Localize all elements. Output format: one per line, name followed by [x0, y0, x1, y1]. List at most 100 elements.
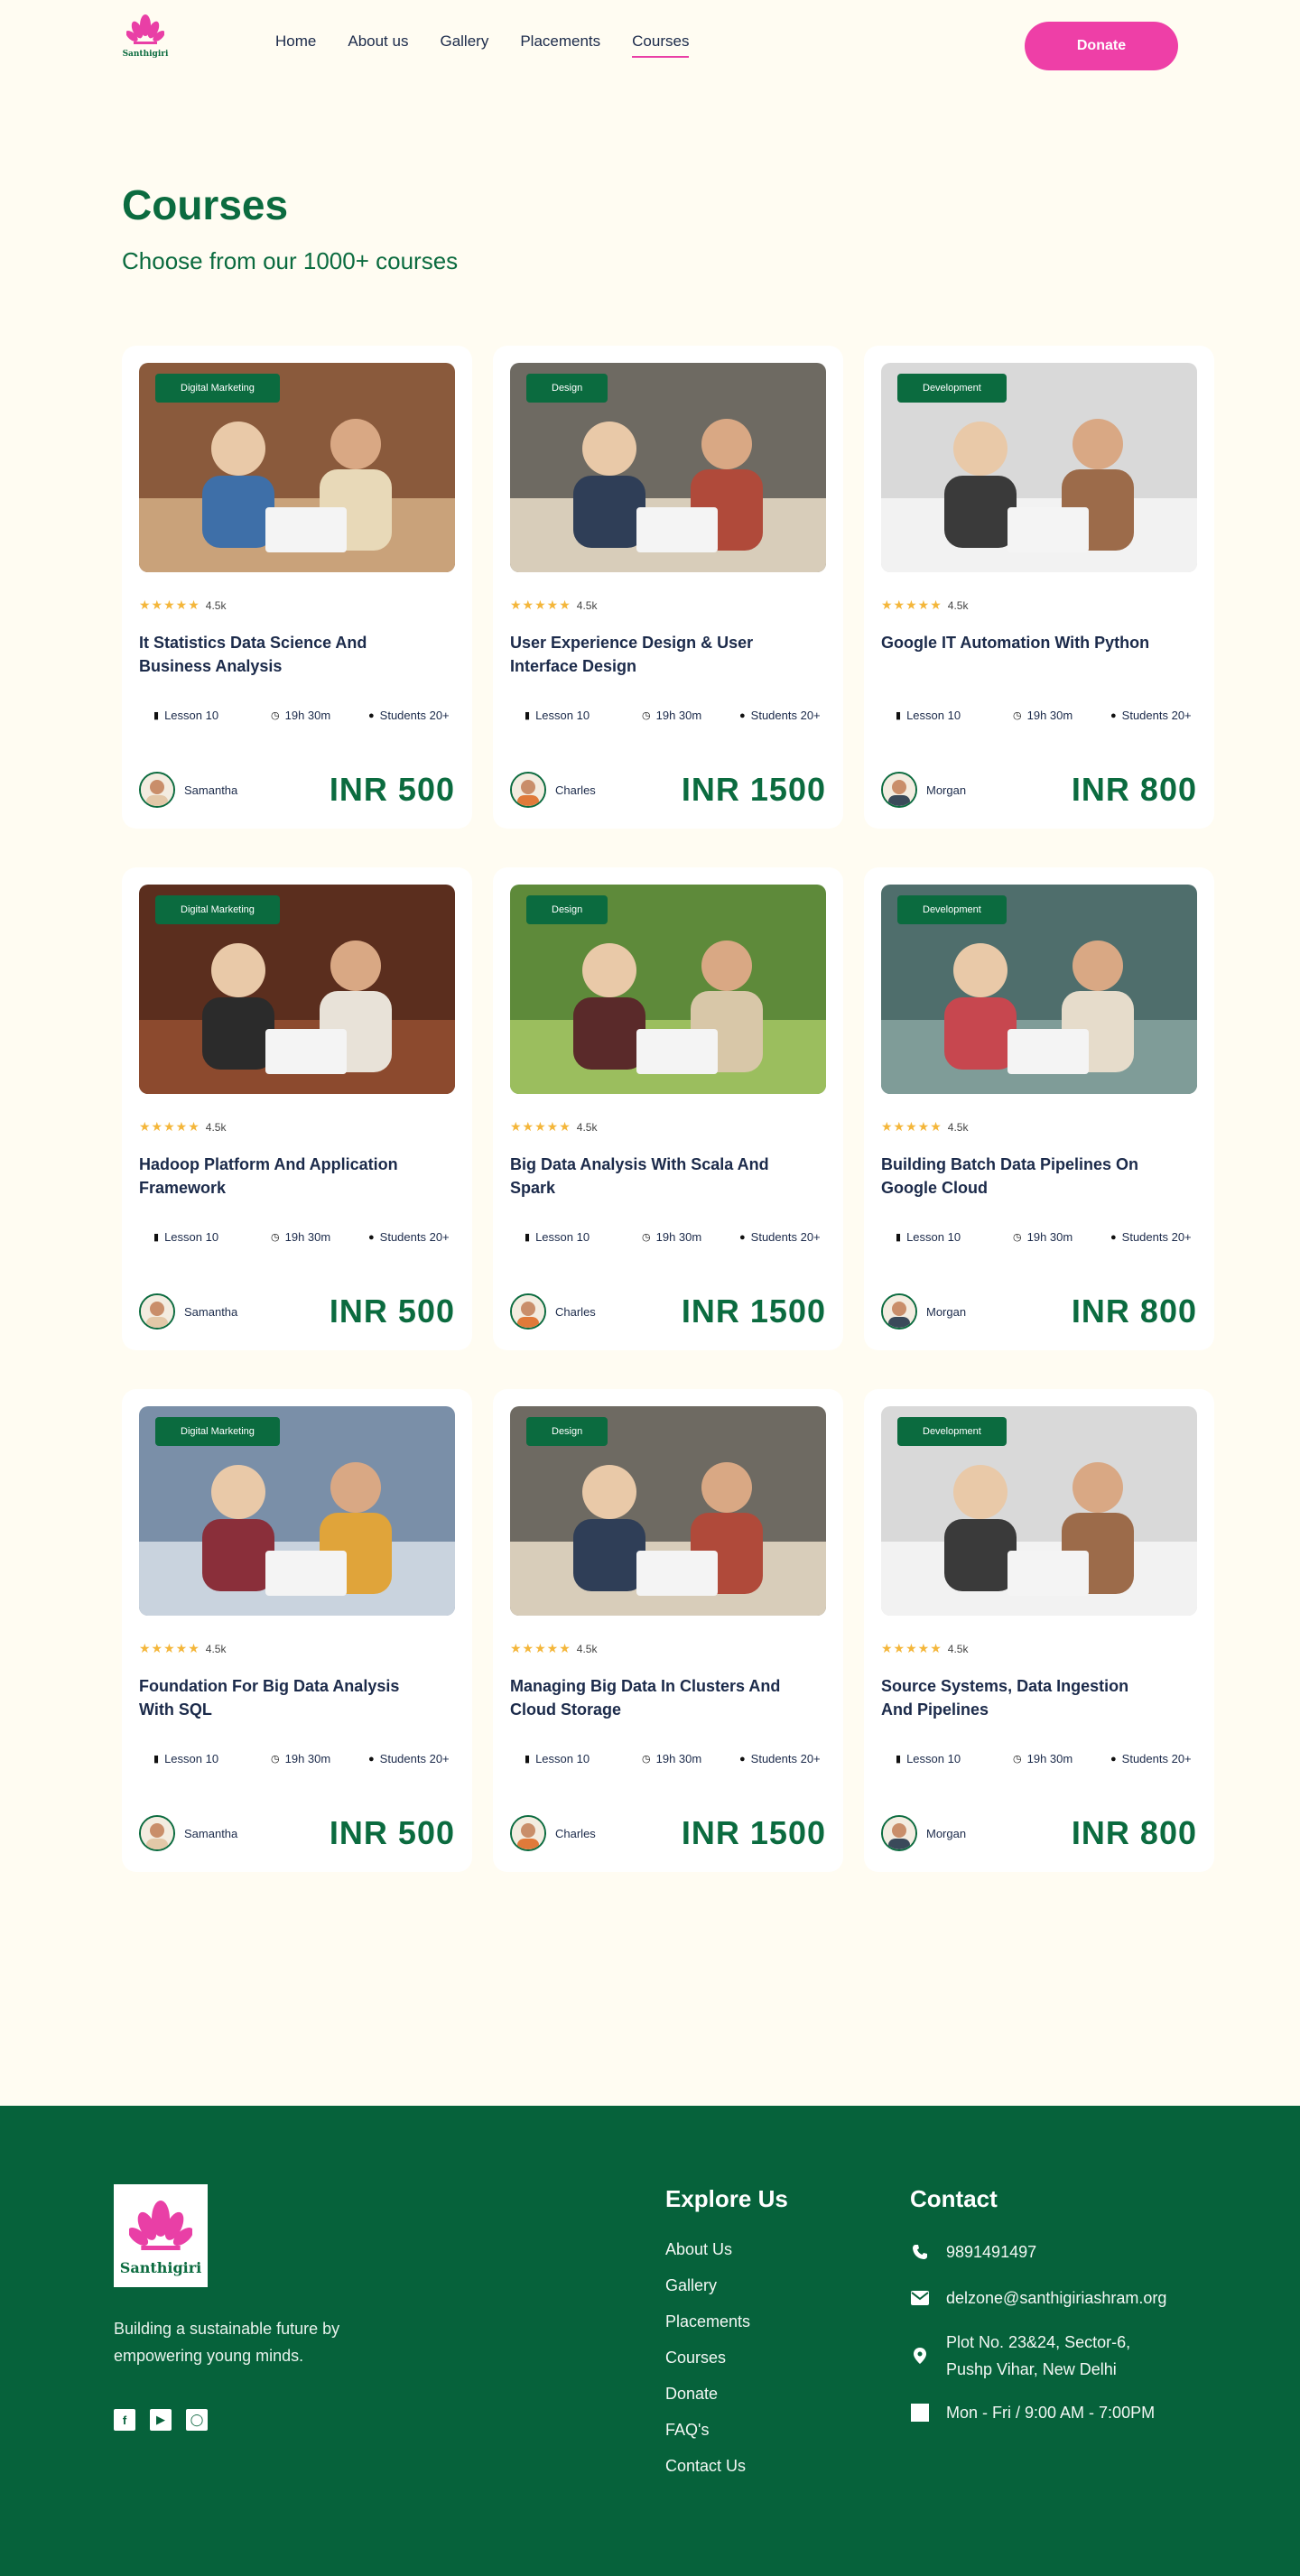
- course-title[interactable]: Big Data Analysis With Scala And Spark: [510, 1153, 781, 1200]
- brand-logo[interactable]: Santhigiri: [122, 13, 169, 67]
- nav-gallery[interactable]: Gallery: [440, 32, 488, 58]
- contact-email[interactable]: delzone@santhigiriashram.org: [910, 2273, 1166, 2323]
- nav-courses[interactable]: Courses: [632, 32, 690, 58]
- author[interactable]: Morgan: [881, 1815, 966, 1851]
- course-image[interactable]: Digital Marketing: [139, 885, 455, 1094]
- course-card[interactable]: Development ★★★★★ 4.5k Building Batch Da…: [864, 867, 1214, 1350]
- author-avatar: [139, 772, 175, 808]
- course-image[interactable]: Digital Marketing: [139, 1406, 455, 1616]
- duration-info: ◷ 19h 30m: [271, 1230, 368, 1244]
- photo-person-head: [1072, 419, 1123, 469]
- user-icon: ●: [368, 709, 375, 721]
- footer-link-contact-us[interactable]: Contact Us: [665, 2448, 788, 2484]
- duration-text: 19h 30m: [655, 1230, 702, 1244]
- course-meta: ▮ Lesson 10 ◷ 19h 30m ● Students 20+: [881, 709, 1197, 722]
- document-icon: ▮: [896, 1754, 902, 1765]
- course-title[interactable]: Hadoop Platform And Application Framewor…: [139, 1153, 410, 1200]
- footer-link-gallery[interactable]: Gallery: [665, 2267, 788, 2303]
- author[interactable]: Charles: [510, 1815, 596, 1851]
- author[interactable]: Morgan: [881, 772, 966, 808]
- nav-about-us[interactable]: About us: [348, 32, 408, 58]
- course-card[interactable]: Design ★★★★★ 4.5k Big Data Analysis With…: [493, 867, 843, 1350]
- photo-person-head: [582, 943, 636, 997]
- author-name: Charles: [555, 1826, 596, 1840]
- avatar-head: [892, 1823, 906, 1838]
- course-title[interactable]: User Experience Design & User Interface …: [510, 631, 781, 678]
- facebook-icon[interactable]: f: [114, 2409, 135, 2431]
- author[interactable]: Samantha: [139, 772, 237, 808]
- course-price: INR 1500: [681, 1814, 826, 1851]
- course-card[interactable]: Design ★★★★★ 4.5k User Experience Design…: [493, 346, 843, 829]
- author[interactable]: Morgan: [881, 1293, 966, 1330]
- footer-link-donate[interactable]: Donate: [665, 2376, 788, 2412]
- avatar-image: [883, 1295, 915, 1328]
- photo-person-head: [582, 1465, 636, 1519]
- instagram-icon[interactable]: ◯: [186, 2409, 208, 2431]
- donate-button[interactable]: Donate: [1025, 22, 1178, 70]
- site-footer: Santhigiri Building a sustainable future…: [0, 2106, 1300, 2576]
- course-title[interactable]: Building Batch Data Pipelines On Google …: [881, 1153, 1152, 1200]
- page-subtitle: Choose from our 1000+ courses: [122, 247, 459, 274]
- nav-home[interactable]: Home: [275, 32, 316, 58]
- author[interactable]: Charles: [510, 772, 596, 808]
- author[interactable]: Charles: [510, 1293, 596, 1330]
- course-card[interactable]: Development ★★★★★ 4.5k Google IT Automat…: [864, 346, 1214, 829]
- photo-laptop: [265, 1029, 347, 1074]
- course-card[interactable]: Design ★★★★★ 4.5k Managing Big Data In C…: [493, 1389, 843, 1872]
- avatar-head: [150, 1302, 164, 1316]
- course-title[interactable]: Source Systems, Data Ingestion And Pipel…: [881, 1674, 1152, 1721]
- footer-tagline: Building a sustainable future by empower…: [114, 2320, 340, 2365]
- lessons-text: Lesson 10: [164, 709, 219, 722]
- course-image[interactable]: Development: [881, 885, 1197, 1094]
- avatar-head: [521, 1823, 535, 1838]
- course-title[interactable]: Managing Big Data In Clusters And Cloud …: [510, 1674, 781, 1721]
- contact-address: Plot No. 23&24, Sector-6, Pushp Vihar, N…: [910, 2323, 1166, 2388]
- footer-link-faqs[interactable]: FAQ's: [665, 2412, 788, 2448]
- course-image[interactable]: Development: [881, 1406, 1197, 1616]
- course-title[interactable]: It Statistics Data Science And Business …: [139, 631, 410, 678]
- youtube-icon[interactable]: ▶: [150, 2409, 172, 2431]
- card-footer: Charles INR 1500: [510, 771, 826, 809]
- document-icon: ▮: [525, 710, 531, 721]
- course-image[interactable]: Digital Marketing: [139, 363, 455, 572]
- students-info: ● Students 20+: [368, 1752, 450, 1765]
- avatar-image: [141, 1817, 173, 1849]
- footer-link-about-us[interactable]: About Us: [665, 2231, 788, 2267]
- page-intro: Courses Choose from our 1000+ courses: [0, 90, 1300, 343]
- clock-icon: ◷: [1013, 1754, 1022, 1765]
- calendar-icon: [910, 2403, 930, 2423]
- contact-phone[interactable]: 9891491497: [910, 2231, 1166, 2273]
- course-card[interactable]: Digital Marketing ★★★★★ 4.5k Hadoop Plat…: [122, 867, 472, 1350]
- nav-placements[interactable]: Placements: [520, 32, 600, 58]
- author-name: Charles: [555, 783, 596, 797]
- author[interactable]: Samantha: [139, 1293, 237, 1330]
- author[interactable]: Samantha: [139, 1815, 237, 1851]
- course-price: INR 800: [1071, 771, 1197, 808]
- students-info: ● Students 20+: [739, 1752, 821, 1765]
- course-card[interactable]: Digital Marketing ★★★★★ 4.5k It Statisti…: [122, 346, 472, 829]
- photo-laptop: [1008, 1551, 1089, 1596]
- user-icon: ●: [739, 1231, 746, 1243]
- course-card[interactable]: Digital Marketing ★★★★★ 4.5k Foundation …: [122, 1389, 472, 1872]
- course-meta: ▮ Lesson 10 ◷ 19h 30m ● Students 20+: [510, 709, 826, 722]
- footer-link-courses[interactable]: Courses: [665, 2340, 788, 2376]
- avatar-image: [883, 774, 915, 806]
- photo-person-head: [330, 941, 381, 991]
- photo-person-body: [573, 476, 645, 548]
- course-image[interactable]: Design: [510, 885, 826, 1094]
- course-card[interactable]: Development ★★★★★ 4.5k Source Systems, D…: [864, 1389, 1214, 1872]
- photo-person-head: [953, 943, 1008, 997]
- category-badge: Design: [526, 374, 608, 403]
- footer-link-placements[interactable]: Placements: [665, 2303, 788, 2340]
- course-price: INR 800: [1071, 1293, 1197, 1330]
- course-image[interactable]: Design: [510, 1406, 826, 1616]
- lessons-info: ▮ Lesson 10: [153, 709, 271, 722]
- explore-heading: Explore Us: [665, 2185, 788, 2212]
- avatar-image: [141, 774, 173, 806]
- course-title[interactable]: Foundation For Big Data Analysis With SQ…: [139, 1674, 410, 1721]
- course-title[interactable]: Google IT Automation With Python: [881, 631, 1152, 678]
- course-image[interactable]: Development: [881, 363, 1197, 572]
- duration-text: 19h 30m: [284, 1230, 331, 1244]
- course-image[interactable]: Design: [510, 363, 826, 572]
- footer-logo[interactable]: Santhigiri: [114, 2184, 208, 2287]
